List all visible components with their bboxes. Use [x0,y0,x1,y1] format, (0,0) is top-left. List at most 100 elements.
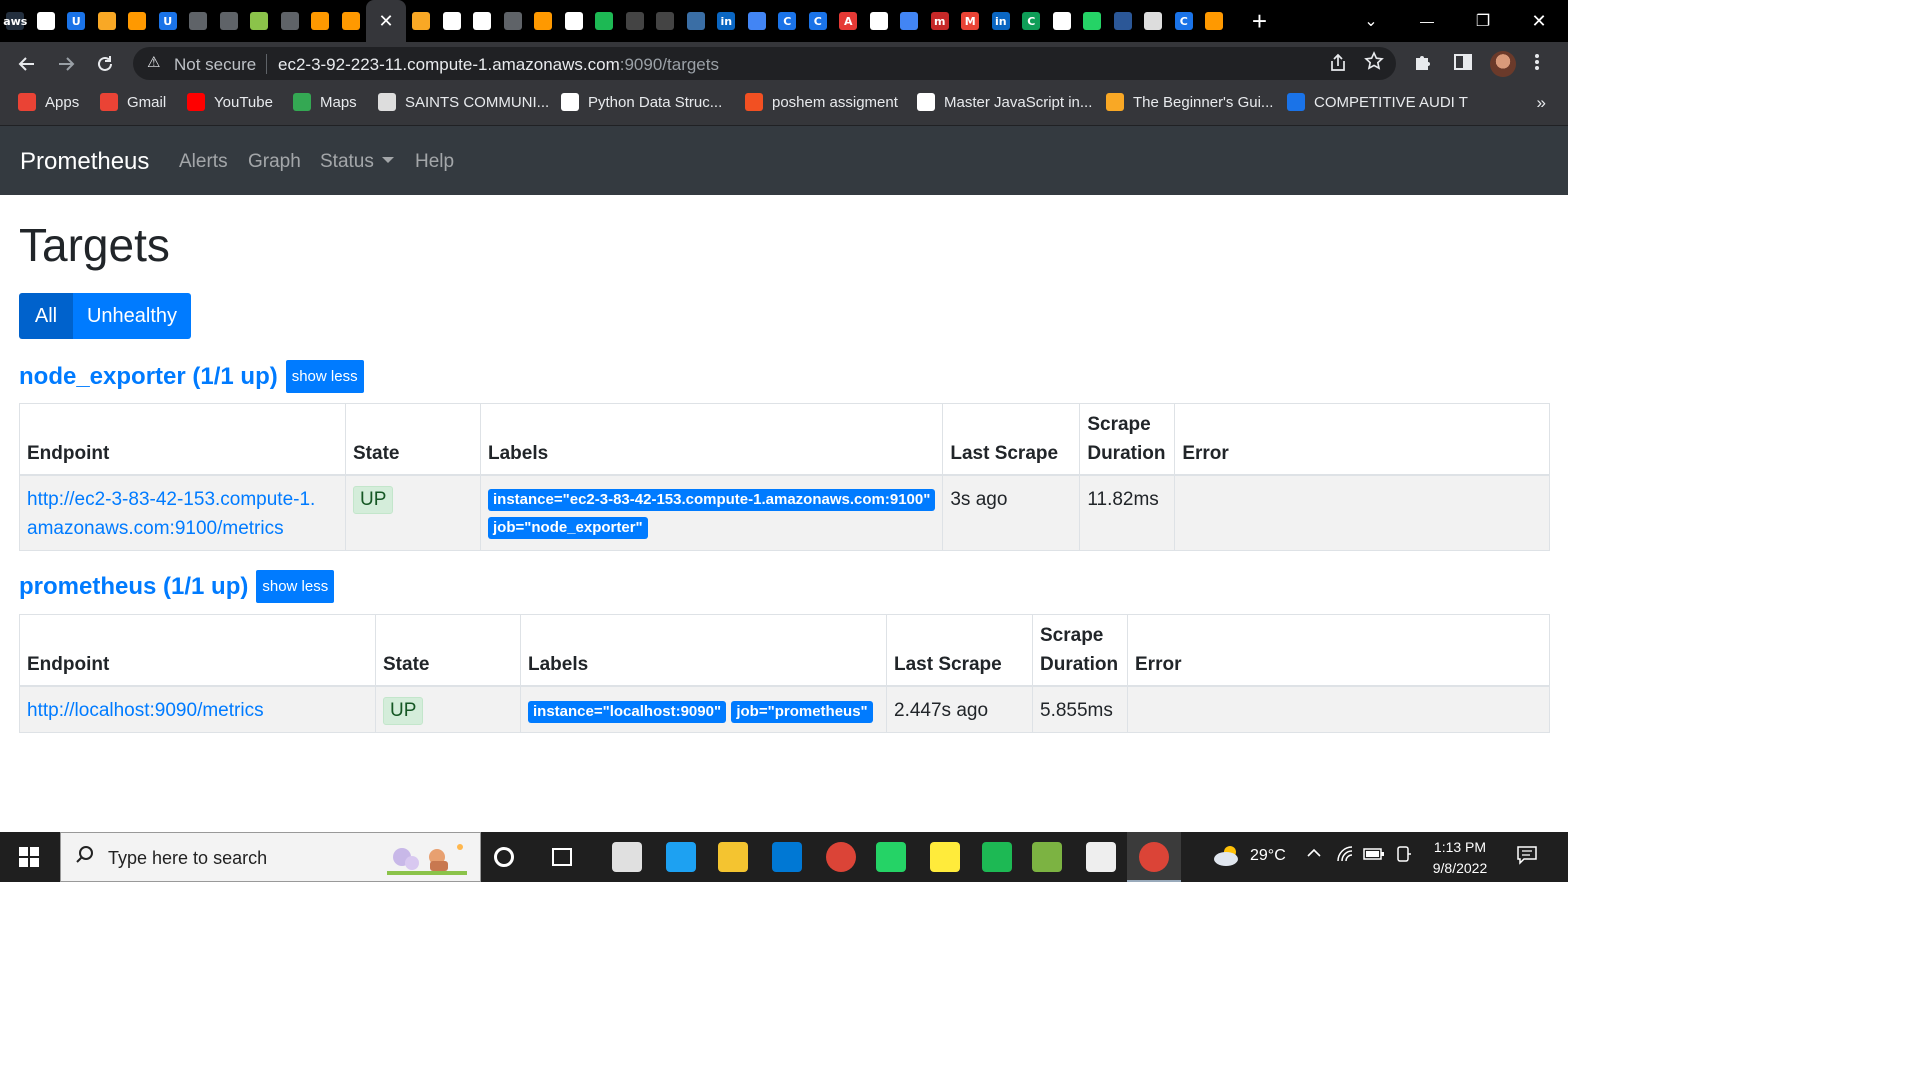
bookmark-item[interactable]: Python Data Struc... [561,93,722,111]
chrome-icon[interactable] [1139,842,1169,872]
bookmark-item[interactable]: Gmail [100,93,166,111]
browser-tab[interactable] [467,0,498,42]
show-hidden-icons-chevron-icon[interactable] [1306,845,1322,866]
bookmark-item[interactable]: poshem assigment [745,93,898,111]
chrome-icon[interactable] [826,842,856,872]
browser-tab[interactable] [122,0,153,42]
browser-tab[interactable] [1108,0,1139,42]
browser-tab[interactable] [589,0,620,42]
bookmark-item[interactable]: Apps [18,93,79,111]
back-arrow-icon[interactable] [13,50,41,78]
nav-help[interactable]: Help [415,151,454,173]
system-clock[interactable]: 1:13 PM 9/8/2022 [1420,837,1500,879]
browser-tab[interactable] [305,0,336,42]
browser-tab[interactable]: C [772,0,803,42]
browser-tab[interactable] [650,0,681,42]
nav-status[interactable]: Status [320,151,394,173]
more-bookmarks-button[interactable]: » [1537,93,1546,113]
browser-tab[interactable] [681,0,712,42]
restore-button[interactable]: ❐ [1455,0,1511,42]
address-bar[interactable]: ⚠ Not secure ec2-3-92-223-11.compute-1.a… [133,47,1396,80]
filter-all-button[interactable]: All [19,293,73,339]
bookmark-item[interactable]: COMPETITIVE AUDI T [1287,93,1468,111]
browser-tab[interactable] [498,0,529,42]
new-tab-button[interactable]: + [1242,6,1278,37]
mail-icon[interactable] [612,842,642,872]
browser-tab[interactable] [620,0,651,42]
browser-tab[interactable] [336,0,367,42]
browser-tab[interactable] [1138,0,1169,42]
browser-tab[interactable] [742,0,773,42]
bookmark-item[interactable]: SAINTS COMMUNI... [378,93,549,111]
browser-tab[interactable]: M [955,0,986,42]
filter-unhealthy-button[interactable]: Unhealthy [73,293,191,339]
reload-icon[interactable] [91,50,119,78]
browser-tab[interactable] [437,0,468,42]
not-secure-label[interactable]: Not secure [174,55,256,75]
endpoint-link[interactable]: http://localhost:9090/metrics [27,700,264,721]
browser-tab[interactable] [275,0,306,42]
nav-graph[interactable]: Graph [248,151,301,173]
weather-temperature[interactable]: 29°C [1250,847,1286,865]
browser-tab[interactable]: U [153,0,184,42]
browser-tab[interactable] [864,0,895,42]
browser-tab[interactable]: in [711,0,742,42]
browser-tab[interactable] [406,0,437,42]
browser-tab[interactable] [214,0,245,42]
twitter-icon[interactable] [666,842,696,872]
browser-tab[interactable] [183,0,214,42]
browser-tab[interactable]: m [925,0,956,42]
task-view-icon[interactable] [552,848,572,866]
browser-tab[interactable] [1199,0,1230,42]
speaker-icon[interactable] [1395,845,1413,868]
endpoint-link[interactable]: http://ec2-3-83-42-153.compute-1. amazona… [27,489,315,539]
spotify-icon[interactable] [982,842,1012,872]
bookmark-star-icon[interactable] [1364,51,1384,77]
sticky-notes-icon[interactable] [930,842,960,872]
bookmark-item[interactable]: Maps [293,93,357,111]
taskbar-search-box[interactable]: Type here to search [60,832,481,882]
whatsapp-icon[interactable] [876,842,906,872]
browser-tab[interactable]: C [1169,0,1200,42]
bookmark-item[interactable]: Master JavaScript in... [917,93,1092,111]
browser-tab[interactable]: C [1016,0,1047,42]
cortana-icon[interactable] [494,847,514,867]
battery-icon[interactable] [1363,847,1385,866]
browser-tab[interactable] [244,0,275,42]
vscode-icon[interactable] [772,842,802,872]
forward-arrow-icon[interactable] [52,50,80,78]
close-tab-icon[interactable]: ✕ [378,11,393,32]
pool-title[interactable]: prometheus (1/1 up) [19,573,248,601]
extensions-puzzle-icon[interactable] [1413,52,1433,78]
bookmark-item[interactable]: YouTube [187,93,273,111]
browser-tab[interactable] [528,0,559,42]
photos-icon[interactable] [1086,842,1116,872]
side-panel-icon[interactable] [1453,52,1473,78]
browser-tab[interactable] [31,0,62,42]
wifi-icon[interactable] [1336,845,1356,868]
active-tab[interactable]: ✕ [366,0,406,42]
pool-title[interactable]: node_exporter (1/1 up) [19,363,278,391]
browser-tab[interactable]: in [986,0,1017,42]
browser-tab[interactable] [894,0,925,42]
show-less-button[interactable]: show less [256,570,335,603]
browser-tab[interactable] [92,0,123,42]
start-button[interactable] [0,832,58,882]
kebab-menu-icon[interactable] [1533,52,1541,78]
bookmark-item[interactable]: The Beginner's Gui... [1106,93,1273,111]
share-icon[interactable] [1328,53,1348,78]
browser-tab[interactable] [1077,0,1108,42]
browser-tab[interactable] [559,0,590,42]
image-editor-icon[interactable] [1032,842,1062,872]
browser-tab[interactable] [1047,0,1078,42]
notifications-icon[interactable] [1516,845,1538,870]
file-explorer-icon[interactable] [718,842,748,872]
browser-tab[interactable]: A [833,0,864,42]
close-window-button[interactable]: ✕ [1511,0,1567,42]
browser-tab[interactable]: U [61,0,92,42]
show-less-button[interactable]: show less [285,360,364,393]
browser-tab[interactable]: aws [0,0,31,42]
brand-link[interactable]: Prometheus [20,148,149,176]
url-text[interactable]: ec2-3-92-223-11.compute-1.amazonaws.com:… [278,55,719,75]
minimize-button[interactable]: — [1399,0,1455,42]
